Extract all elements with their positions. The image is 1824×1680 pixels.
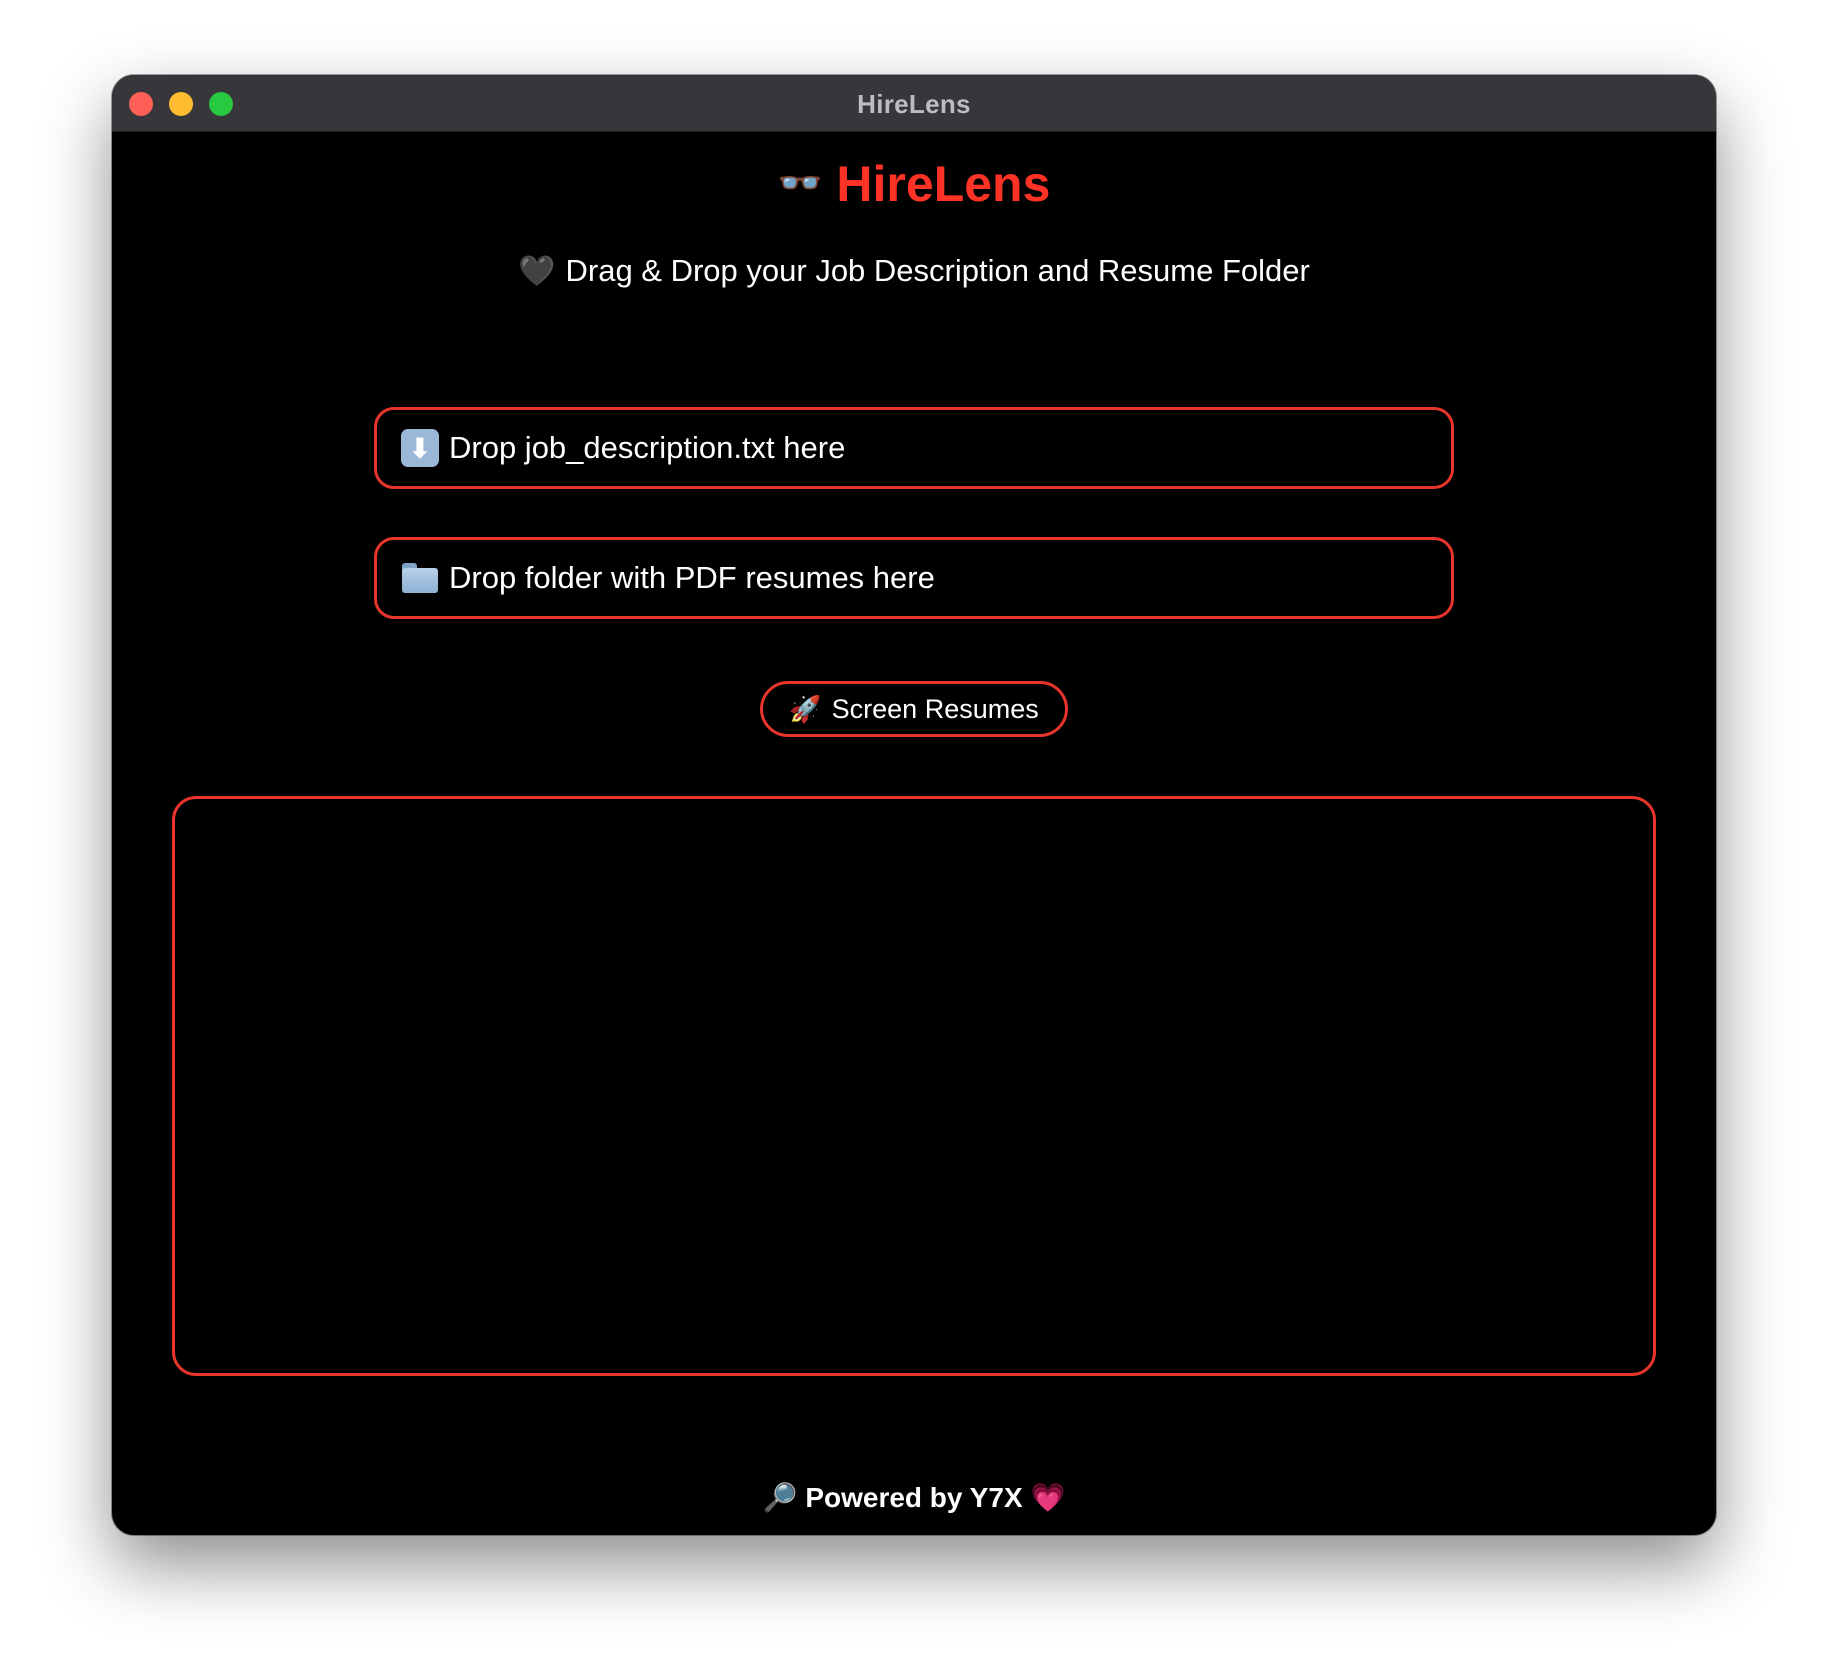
folder-drop-label: Drop folder with PDF resumes here: [449, 560, 935, 595]
instructions: 🖤 Drag & Drop your Job Description and Re…: [112, 253, 1716, 289]
window-title: HireLens: [857, 89, 971, 119]
pink-heart-icon: 💗: [1030, 1482, 1066, 1513]
results-panel[interactable]: [172, 796, 1656, 1376]
resume-folder-drop-zone[interactable]: Drop folder with PDF resumes here: [374, 537, 1454, 619]
down-arrow-icon: ⬇: [401, 429, 439, 467]
black-heart-icon: 🖤: [518, 255, 556, 288]
glasses-icon: 👓: [777, 162, 823, 203]
instructions-text: Drag & Drop your Job Description and Res…: [565, 253, 1310, 288]
app-window: HireLens 👓 HireLens 🖤 Drag & Drop your Job…: [112, 75, 1716, 1535]
main-content: 👓 HireLens 🖤 Drag & Drop your Job Descript…: [112, 131, 1716, 1535]
footer-text: Powered by Y7X: [805, 1482, 1023, 1513]
job-drop-label: Drop job_description.txt here: [449, 430, 846, 465]
magnifier-icon: 🔎: [762, 1482, 798, 1513]
footer: 🔎 Powered by Y7X 💗: [112, 1481, 1716, 1514]
window-titlebar[interactable]: HireLens: [112, 75, 1716, 132]
screen-resumes-button[interactable]: 🚀 Screen Resumes: [760, 681, 1068, 737]
rocket-icon: 🚀: [789, 693, 822, 724]
job-description-drop-zone[interactable]: ⬇ Drop job_description.txt here: [374, 407, 1454, 489]
folder-icon: [401, 559, 439, 597]
app-title: HireLens: [836, 156, 1051, 212]
app-header: 👓 HireLens: [112, 155, 1716, 213]
screen-resumes-label: Screen Resumes: [831, 693, 1039, 724]
